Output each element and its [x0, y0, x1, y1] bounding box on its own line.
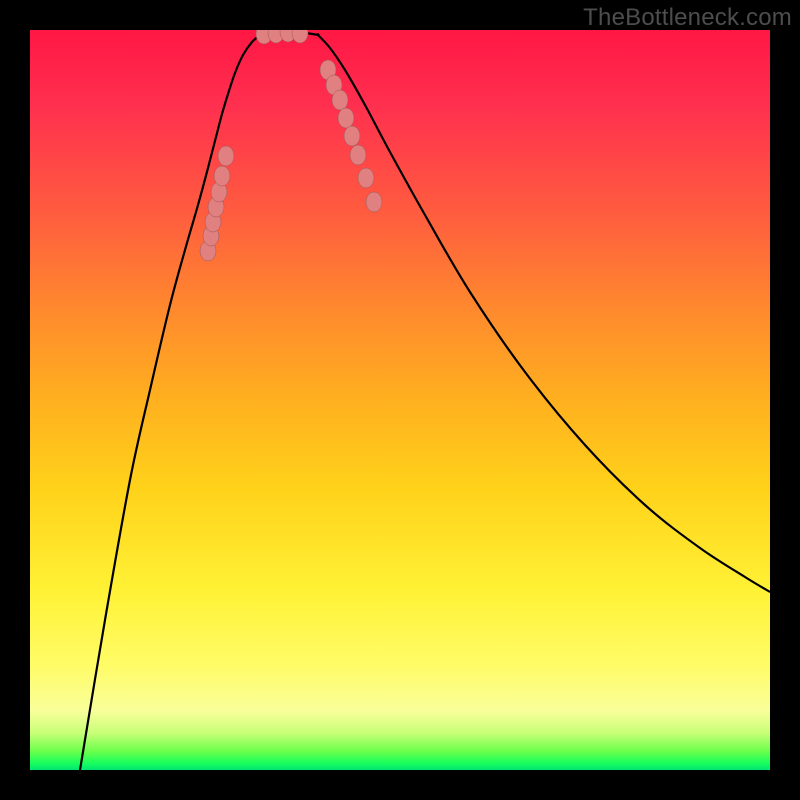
plot-area: [30, 30, 770, 770]
data-point-marker: [344, 126, 360, 146]
bottleneck-curve: [80, 32, 770, 770]
data-point-marker: [366, 192, 382, 212]
data-point-marker: [358, 168, 374, 188]
data-point-marker: [350, 145, 366, 165]
data-point-marker: [338, 108, 354, 128]
data-point-marker: [332, 90, 348, 110]
curve-layer: [30, 30, 770, 770]
data-point-marker: [292, 30, 308, 43]
data-markers: [200, 30, 382, 261]
data-point-marker: [218, 146, 234, 166]
data-point-marker: [214, 166, 230, 186]
watermark-text: TheBottleneck.com: [583, 4, 792, 32]
chart-frame: TheBottleneck.com: [0, 0, 800, 800]
